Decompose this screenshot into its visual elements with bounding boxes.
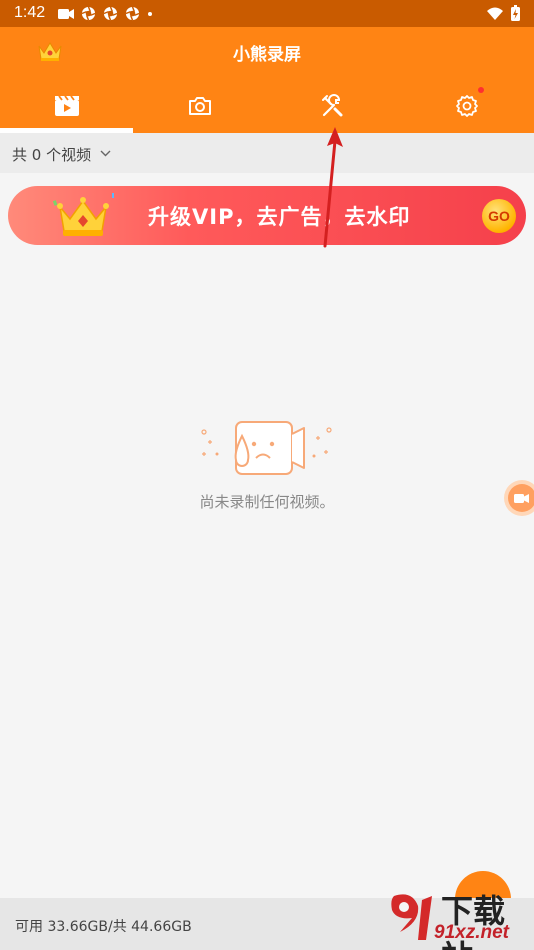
site-watermark: 下载站 91xz.net bbox=[384, 888, 534, 950]
video-camera-icon bbox=[514, 493, 529, 503]
tab-videos[interactable] bbox=[0, 79, 133, 133]
crown-icon bbox=[52, 193, 114, 236]
gear-icon bbox=[455, 95, 478, 117]
camera-icon bbox=[188, 97, 211, 115]
annotation-arrow bbox=[323, 127, 343, 248]
app-header: 小熊录屏 bbox=[0, 27, 534, 133]
go-button[interactable]: GO bbox=[482, 199, 516, 233]
app-title: 小熊录屏 bbox=[233, 45, 301, 65]
video-count-bar[interactable]: 共 0 个视频 bbox=[0, 133, 534, 173]
wifi-icon bbox=[487, 7, 503, 20]
watermark-domain: 91xz.net bbox=[434, 922, 509, 943]
tab-screenshots[interactable] bbox=[133, 79, 266, 133]
tools-icon bbox=[321, 94, 342, 117]
aperture-icon bbox=[81, 6, 96, 21]
status-time: 1:42 bbox=[14, 4, 46, 21]
floating-record-button[interactable] bbox=[504, 480, 534, 516]
tab-settings[interactable] bbox=[399, 79, 534, 133]
empty-video-illustration bbox=[201, 421, 332, 475]
status-bar: 1:42 bbox=[0, 0, 534, 27]
aperture-icon bbox=[125, 6, 140, 21]
status-notification-icons bbox=[58, 6, 153, 21]
dot-icon bbox=[148, 11, 152, 16]
video-list-area bbox=[0, 253, 534, 898]
video-clapper-icon bbox=[54, 95, 79, 116]
storage-info: 可用 33.66GB/共 44.66GB bbox=[15, 919, 192, 935]
vip-upgrade-banner[interactable]: 升级VIP，去广告，去水印 GO bbox=[8, 186, 526, 245]
vip-banner-text: 升级VIP，去广告，去水印 bbox=[148, 205, 411, 229]
battery-icon bbox=[511, 5, 520, 21]
video-camera-icon bbox=[58, 8, 74, 19]
chevron-down-icon bbox=[100, 150, 111, 157]
settings-badge-dot bbox=[478, 87, 484, 93]
empty-state-message: 尚未录制任何视频。 bbox=[199, 493, 335, 511]
status-system-icons bbox=[487, 5, 520, 21]
aperture-icon bbox=[103, 6, 118, 21]
video-count-label: 共 0 个视频 bbox=[12, 146, 92, 164]
watermark-logo-icon bbox=[391, 894, 432, 940]
